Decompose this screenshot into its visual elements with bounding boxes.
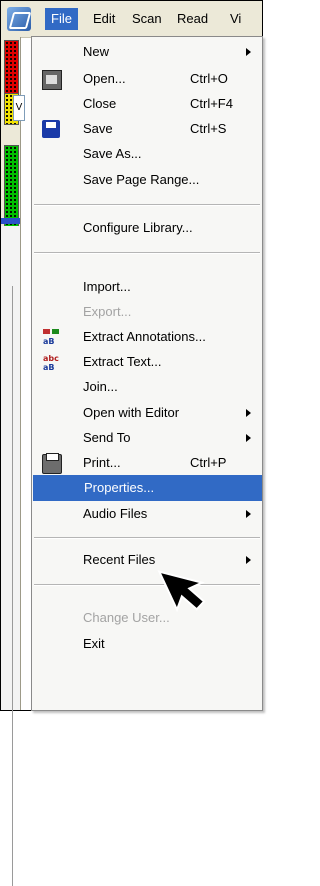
menu-item-save-as[interactable]: Save As... (32, 141, 262, 167)
extract-annotations-icon: aB (42, 328, 60, 346)
document-title-bar (1, 218, 20, 224)
menu-item-label: Open... (83, 71, 126, 86)
submenu-arrow-icon (246, 556, 251, 564)
menu-item-change-user: Change User... (32, 605, 262, 631)
menu-view[interactable]: Vi (224, 8, 247, 30)
menu-item-label: Join... (83, 379, 118, 394)
svg-text:aB: aB (43, 363, 55, 371)
menu-item-recent-files[interactable]: Recent Files (32, 547, 262, 573)
menu-item-properties[interactable]: Properties... (33, 475, 262, 501)
submenu-arrow-icon (246, 434, 251, 442)
menu-item-label: Exit (83, 636, 105, 651)
menu-item-label: New (83, 44, 110, 59)
menu-item-shortcut: Ctrl+S (190, 121, 227, 136)
menu-item-shortcut: Ctrl+O (190, 71, 228, 86)
menu-item-label: Extract Annotations... (83, 329, 206, 344)
menu-item-label: Print... (83, 455, 121, 470)
menu-item-label: Save Page Range... (83, 172, 200, 187)
menu-item-shortcut: Ctrl+P (190, 455, 227, 470)
menu-item-audio-files[interactable]: Audio Files (32, 501, 262, 527)
print-icon (42, 453, 62, 474)
document-area (1, 226, 20, 886)
menu-item-open[interactable]: Open... Ctrl+O (32, 66, 262, 92)
menu-item-label: Open with Editor (83, 405, 180, 420)
menu-item-open-with-editor[interactable]: Open with Editor (32, 400, 262, 426)
mouse-cursor-icon (157, 570, 206, 613)
submenu-arrow-icon (246, 409, 251, 417)
menu-item-label: Import... (83, 279, 131, 294)
menu-file[interactable]: File (45, 8, 78, 30)
menu-item-send-to[interactable]: Send To (32, 425, 262, 451)
svg-text:abc: abc (43, 354, 59, 363)
menu-separator (34, 584, 260, 586)
menu-item-label: Save (83, 121, 113, 136)
menu-item-exit[interactable]: Exit (32, 631, 262, 657)
menu-item-label: Export... (83, 304, 132, 319)
menu-bar: File Edit Scan Read Vi (1, 1, 262, 38)
extract-text-icon: abc aB (42, 353, 60, 372)
menu-item-label: Extract Text... (83, 354, 162, 369)
menu-item-join[interactable]: Join... (32, 374, 262, 400)
menu-scan[interactable]: Scan (126, 8, 168, 30)
menu-item-import[interactable]: Import... (32, 274, 262, 300)
view-combo[interactable]: V (13, 95, 25, 121)
file-menu-dropdown: New Open... Ctrl+O Close Ctrl+F4 Save Ct… (31, 36, 263, 711)
menu-item-export: Export... (32, 299, 262, 325)
svg-text:aB: aB (43, 337, 55, 346)
menu-item-label: Close (83, 96, 117, 111)
document-divider (12, 286, 13, 886)
menu-item-extract-annotations[interactable]: aB Extract Annotations... (32, 324, 262, 350)
menu-item-label: Save As... (83, 146, 142, 161)
menu-item-label: Configure Library... (83, 220, 193, 235)
save-icon (42, 120, 60, 138)
open-icon (42, 70, 62, 90)
submenu-arrow-icon (246, 510, 251, 518)
menu-item-extract-text[interactable]: abc aB Extract Text... (32, 349, 262, 375)
menu-item-label: Send To (83, 430, 131, 445)
menu-item-label: Properties... (84, 480, 155, 495)
menu-item-shortcut: Ctrl+F4 (190, 96, 233, 111)
menu-separator (34, 537, 260, 539)
menu-separator (34, 252, 260, 254)
menu-item-label: Audio Files (83, 506, 148, 521)
menu-edit[interactable]: Edit (87, 8, 121, 30)
menu-item-close[interactable]: Close Ctrl+F4 (32, 91, 262, 117)
menu-separator (34, 204, 260, 206)
menu-item-label: Recent Files (83, 552, 156, 567)
menu-item-configure-library[interactable]: Configure Library... (32, 215, 262, 241)
menu-item-print[interactable]: Print... Ctrl+P (32, 450, 262, 476)
app-logo-icon[interactable] (7, 7, 31, 31)
submenu-arrow-icon (246, 48, 251, 56)
menu-read[interactable]: Read (171, 8, 214, 30)
menu-item-save[interactable]: Save Ctrl+S (32, 116, 262, 142)
menu-item-save-page-range[interactable]: Save Page Range... (32, 167, 262, 193)
menu-item-new[interactable]: New (32, 39, 262, 65)
